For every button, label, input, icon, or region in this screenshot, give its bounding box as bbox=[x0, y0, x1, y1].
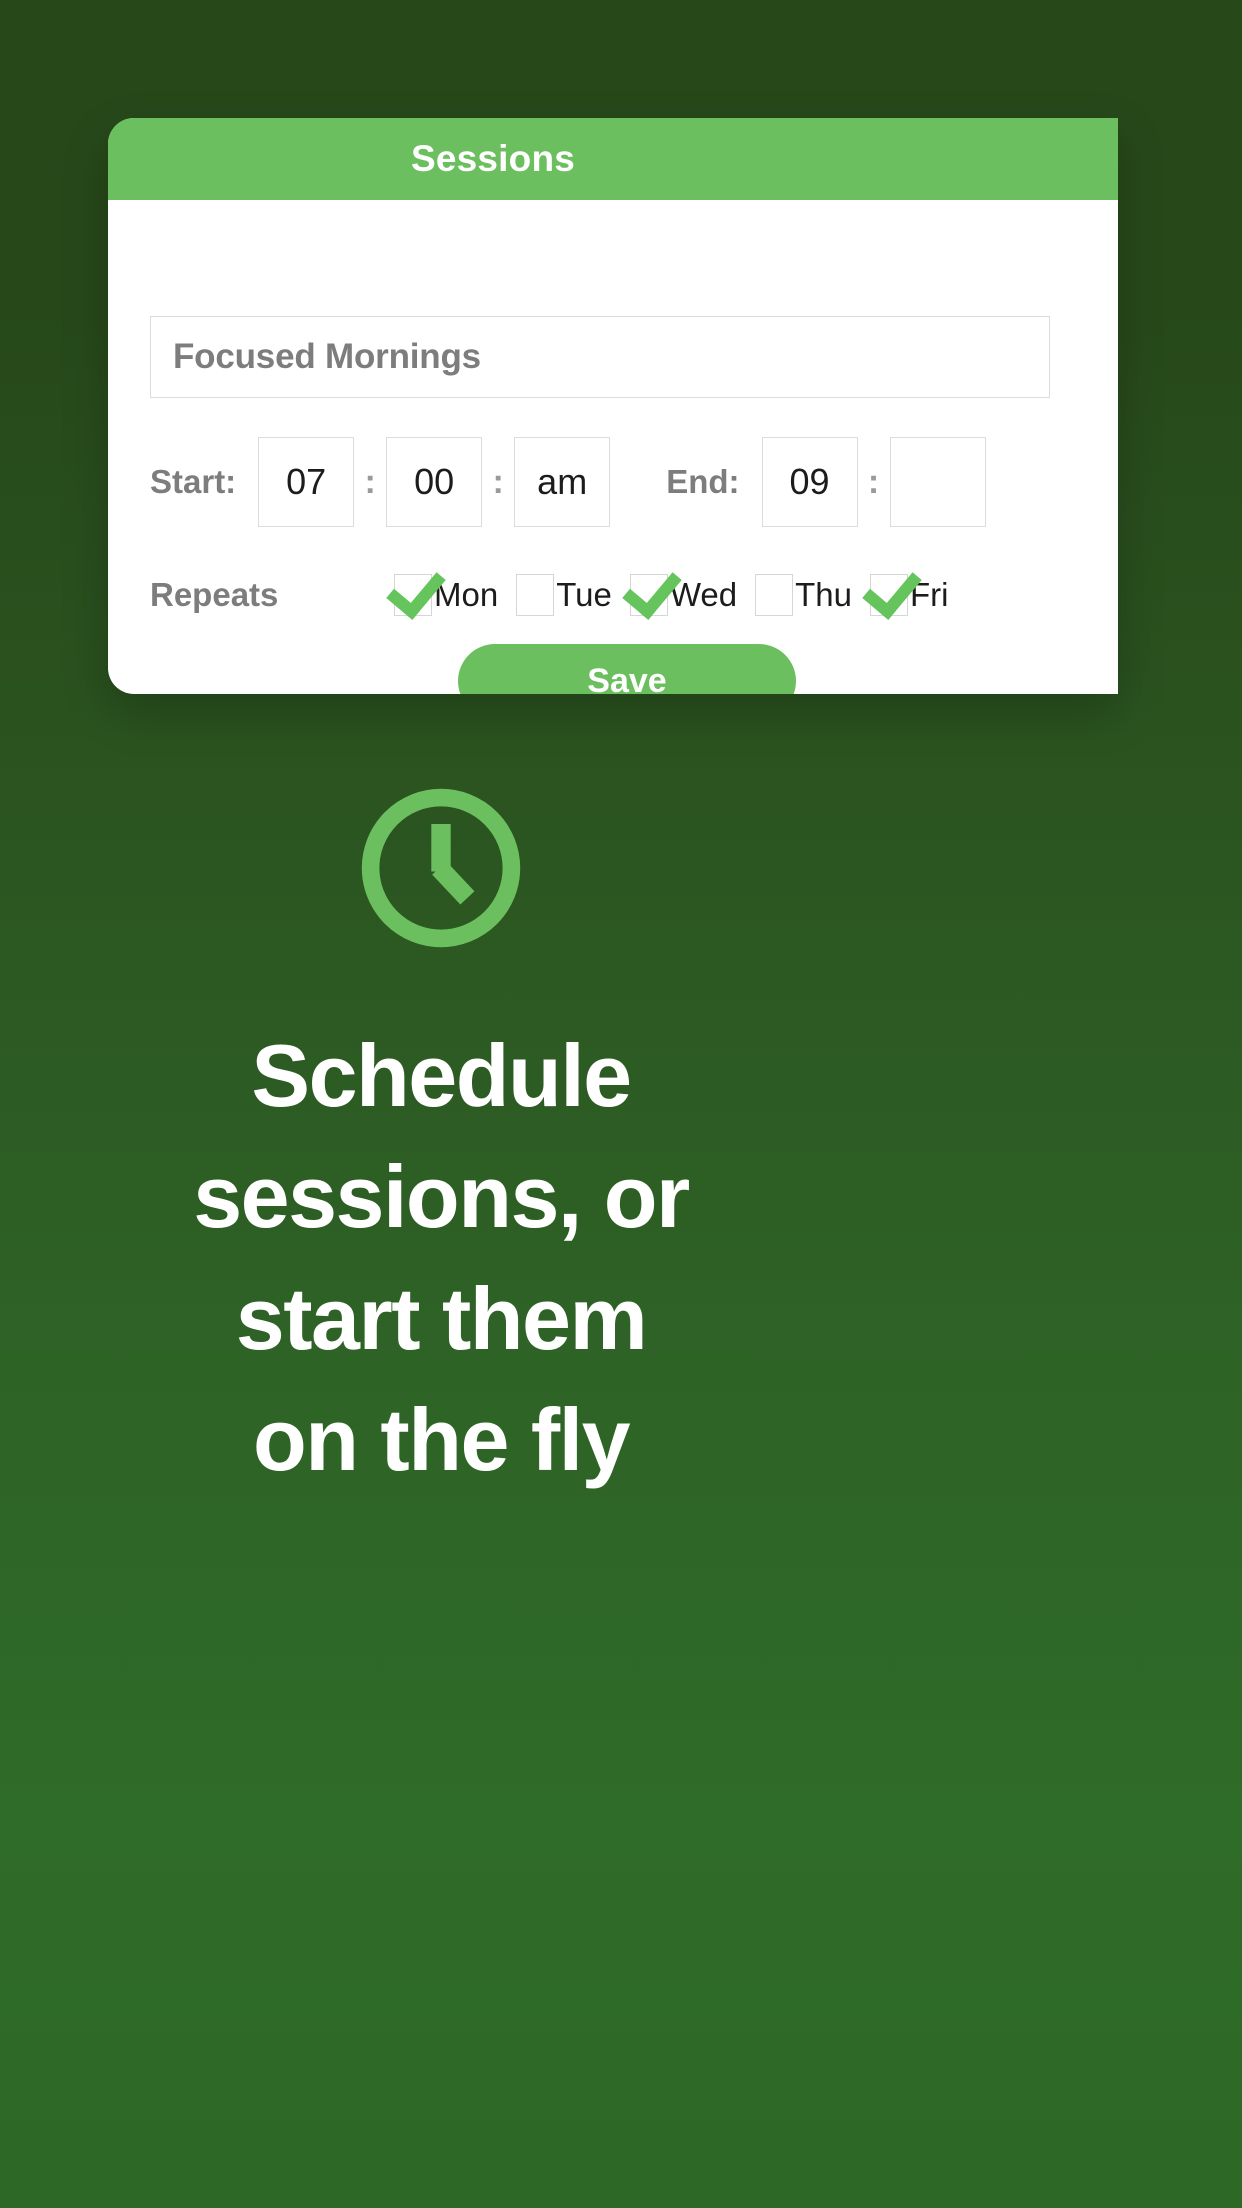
end-minute-field[interactable] bbox=[889, 437, 986, 527]
end-colon-1: : bbox=[867, 462, 880, 501]
checkbox-checked-icon[interactable] bbox=[629, 574, 668, 616]
checkbox-unchecked-icon[interactable] bbox=[516, 574, 555, 616]
session-name-value: Focused Mornings bbox=[173, 337, 481, 376]
time-row: Start: 07 : 00 : am End: 09 : bbox=[150, 436, 1118, 528]
day-label-thu: Thu bbox=[795, 576, 852, 613]
start-meridiem-field[interactable]: am bbox=[514, 437, 611, 527]
day-toggle-thu[interactable]: Thu bbox=[755, 574, 852, 616]
session-name-input[interactable]: Focused Mornings bbox=[150, 316, 1050, 398]
day-toggle-fri[interactable]: Fri bbox=[869, 574, 948, 616]
headline-line-4: on the fly bbox=[252, 1390, 631, 1490]
checkbox-unchecked-icon[interactable] bbox=[755, 574, 794, 616]
clock-icon bbox=[361, 788, 521, 948]
card-title: Sessions bbox=[410, 138, 576, 179]
end-hour-field[interactable]: 09 bbox=[761, 437, 858, 527]
day-toggle-mon[interactable]: Mon bbox=[394, 574, 498, 616]
headline: Schedule sessions, or start them on the … bbox=[0, 1015, 882, 1501]
day-toggle-tue[interactable]: Tue bbox=[516, 574, 612, 616]
start-label: Start: bbox=[150, 463, 237, 500]
start-minute-field[interactable]: 00 bbox=[386, 437, 483, 527]
repeats-label: Repeats bbox=[150, 576, 279, 613]
repeats-row: Repeats Mon Tue Wed Thu Fri bbox=[150, 564, 1118, 626]
card-body: Focused Mornings Start: 07 : 00 : am End… bbox=[108, 200, 1118, 694]
save-button[interactable]: Save bbox=[458, 644, 796, 694]
day-label-tue: Tue bbox=[556, 576, 612, 613]
start-colon-2: : bbox=[492, 462, 504, 501]
session-card: Sessions Focused Mornings Start: 07 : 00… bbox=[108, 118, 1118, 694]
day-toggle-wed[interactable]: Wed bbox=[629, 574, 737, 616]
start-colon-1: : bbox=[364, 462, 376, 501]
headline-line-3: start them bbox=[235, 1268, 648, 1368]
end-label: End: bbox=[666, 463, 740, 500]
checkbox-checked-icon[interactable] bbox=[394, 574, 432, 616]
headline-line-2: sessions, or bbox=[193, 1147, 690, 1247]
start-hour-field[interactable]: 07 bbox=[258, 437, 355, 527]
checkbox-checked-icon[interactable] bbox=[869, 574, 908, 616]
headline-line-1: Schedule bbox=[251, 1026, 632, 1125]
card-header: Sessions bbox=[108, 118, 1118, 200]
